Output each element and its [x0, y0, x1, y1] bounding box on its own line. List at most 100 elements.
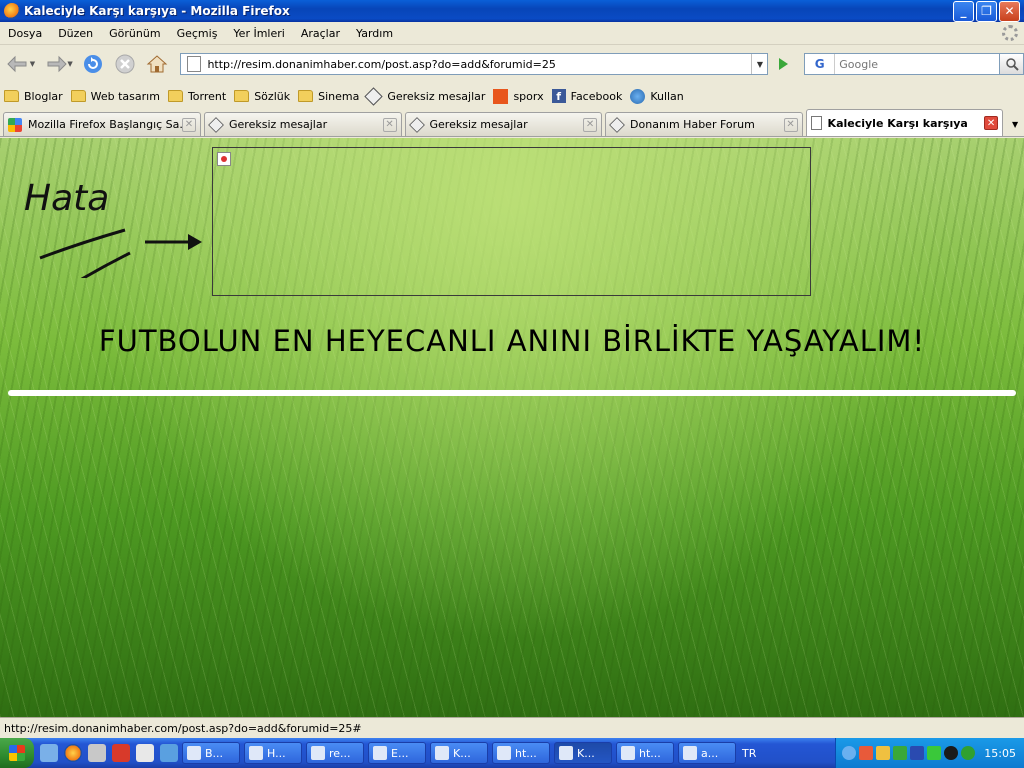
quicklaunch-icon[interactable]: [112, 744, 130, 762]
broken-image-icon: [217, 152, 231, 166]
url-history-dropdown[interactable]: ▼: [751, 54, 767, 74]
home-button[interactable]: [143, 50, 171, 78]
taskbar-item[interactable]: a...: [678, 742, 736, 764]
stop-button[interactable]: [111, 50, 139, 78]
menu-bar: Dosya Düzen Görünüm Geçmiş Yer İmleri Ar…: [0, 22, 1024, 45]
taskbar-item[interactable]: K...: [430, 742, 488, 764]
quicklaunch-icon[interactable]: [160, 744, 178, 762]
horizontal-divider: [8, 390, 1016, 396]
tray-icon[interactable]: [859, 746, 874, 760]
back-history-dropdown[interactable]: ▼: [30, 60, 38, 68]
menu-araclar[interactable]: Araçlar: [293, 27, 348, 40]
bookmark-sporx[interactable]: sporx: [493, 88, 544, 104]
window-title-bar[interactable]: Kaleciyle Karşı karşıya - Mozilla Firefo…: [0, 0, 1024, 22]
search-engine-selector[interactable]: G: [805, 54, 836, 74]
page-icon: [187, 56, 202, 72]
restore-button[interactable]: ❐: [976, 0, 997, 22]
bookmark-torrent[interactable]: Torrent: [167, 90, 226, 103]
bookmark-sinema[interactable]: Sinema: [298, 90, 359, 103]
page-content: Hata FUTBOLUN EN HEYECANLI ANINI BİRLİKT…: [0, 138, 1024, 717]
sporx-icon: [493, 88, 509, 104]
start-button[interactable]: [0, 738, 34, 768]
bookmark-sozluk[interactable]: Sözlük: [234, 90, 290, 103]
clock[interactable]: 15:05: [984, 747, 1016, 760]
windows-logo-icon: [9, 745, 25, 761]
gereksiz-icon: [408, 116, 425, 133]
gereksiz-icon: [208, 116, 224, 133]
taskbar-item[interactable]: re...: [306, 742, 364, 764]
broken-embed-frame[interactable]: [212, 147, 811, 296]
tray-icon[interactable]: [927, 746, 942, 760]
document-icon: [810, 116, 822, 130]
hata-text: Hata: [24, 178, 109, 219]
tab-donanim-haber[interactable]: Donanım Haber Forum ✕: [605, 112, 803, 136]
bookmark-gereksiz-mesajlar[interactable]: Gereksiz mesajlar: [364, 86, 485, 106]
menu-gorunum[interactable]: Görünüm: [101, 27, 168, 40]
search-input[interactable]: [835, 55, 1000, 73]
menu-yer-imleri[interactable]: Yer İmleri: [225, 27, 292, 40]
bookmark-web-tasarim[interactable]: Web tasarım: [70, 90, 160, 103]
underline-stroke: [39, 228, 126, 260]
tray-icon[interactable]: [961, 746, 976, 760]
bookmark-kullan[interactable]: Kullan: [630, 88, 684, 104]
language-indicator[interactable]: TR: [742, 747, 756, 760]
gereksiz-icon: [364, 86, 384, 106]
taskbar-item[interactable]: ht...: [616, 742, 674, 764]
menu-dosya[interactable]: Dosya: [0, 27, 50, 40]
app-icon: [187, 746, 201, 760]
forward-button[interactable]: [42, 50, 70, 78]
minimize-button[interactable]: _: [953, 0, 974, 22]
tab-firefox-start[interactable]: Mozilla Firefox Başlangıç Sa... ✕: [3, 112, 201, 136]
search-box[interactable]: G: [804, 53, 1001, 75]
taskbar-item-active[interactable]: K...: [554, 742, 612, 764]
menu-yardim[interactable]: Yardım: [348, 27, 401, 40]
tray-icon[interactable]: [842, 746, 857, 760]
bookmark-bloglar[interactable]: Bloglar: [4, 90, 63, 103]
go-arrow-icon: [779, 58, 789, 70]
taskbar-item[interactable]: E...: [368, 742, 426, 764]
tab-close-button[interactable]: ✕: [984, 116, 999, 130]
close-button[interactable]: ✕: [999, 0, 1020, 22]
arrow-head-icon: [188, 234, 202, 250]
network-icon[interactable]: [910, 746, 925, 760]
tab-list-dropdown[interactable]: ▼: [1006, 112, 1024, 136]
reload-button[interactable]: [79, 50, 107, 78]
tray-icon[interactable]: [876, 746, 891, 760]
folder-icon: [167, 90, 183, 102]
back-button[interactable]: [4, 50, 32, 78]
firefox-quicklaunch-icon[interactable]: [64, 744, 82, 762]
folder-icon: [4, 90, 19, 102]
search-button[interactable]: [1000, 53, 1024, 75]
underline-stroke: [80, 251, 131, 278]
facebook-icon: f: [551, 89, 566, 103]
bookmark-facebook[interactable]: f Facebook: [551, 89, 622, 103]
address-input[interactable]: http://resim.donanimhaber.com/post.asp?d…: [207, 58, 751, 71]
reload-icon: [84, 55, 103, 73]
folder-icon: [234, 90, 250, 102]
taskbar-item[interactable]: B...: [182, 742, 240, 764]
go-button[interactable]: [772, 53, 794, 75]
tab-close-button[interactable]: ✕: [783, 117, 798, 132]
taskbar-item[interactable]: H...: [244, 742, 302, 764]
tray-icon[interactable]: [944, 746, 959, 760]
tab-kaleciyle[interactable]: Kaleciyle Karşı karşıya ✕: [805, 109, 1004, 136]
menu-duzen[interactable]: Düzen: [50, 27, 101, 40]
forward-arrow-icon: [47, 55, 67, 73]
tab-gereksiz-2[interactable]: Gereksiz mesajlar ✕: [404, 112, 603, 136]
menu-gecmis[interactable]: Geçmiş: [169, 27, 226, 40]
address-bar[interactable]: http://resim.donanimhaber.com/post.asp?d…: [180, 53, 769, 75]
forward-history-dropdown[interactable]: ▼: [67, 60, 75, 68]
quicklaunch-icon[interactable]: [88, 744, 106, 762]
folder-icon: [298, 90, 314, 102]
home-icon: [146, 55, 167, 73]
tab-close-button[interactable]: ✕: [182, 117, 196, 132]
tab-close-button[interactable]: ✕: [382, 117, 397, 132]
tab-gereksiz-1[interactable]: Gereksiz mesajlar ✕: [204, 112, 402, 136]
system-tray: 15:05: [835, 738, 1024, 768]
taskbar-item[interactable]: ht...: [492, 742, 550, 764]
quicklaunch-icon[interactable]: [136, 744, 154, 762]
tray-icon[interactable]: [893, 746, 908, 760]
show-desktop-icon[interactable]: [40, 744, 58, 762]
app-icon: [249, 746, 263, 760]
tab-close-button[interactable]: ✕: [583, 117, 598, 132]
